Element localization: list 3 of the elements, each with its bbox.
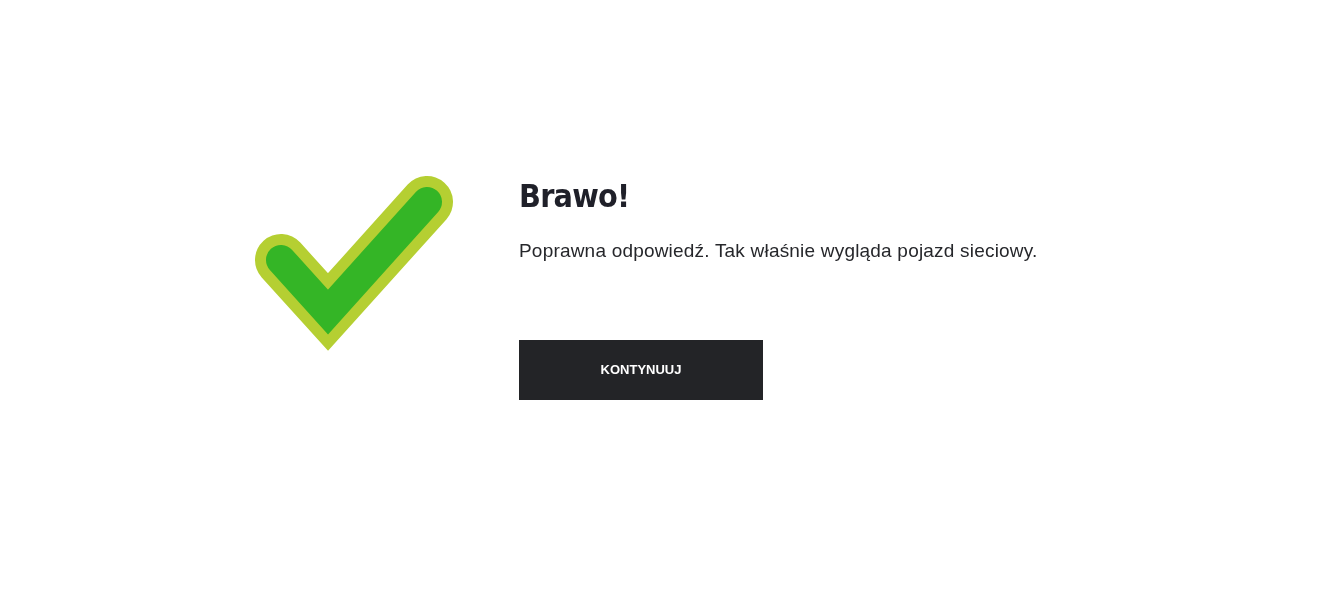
continue-button[interactable]: KONTYNUUJ — [519, 340, 763, 400]
message-text: Poprawna odpowiedź. Tak właśnie wygląda pojazd sieciowy. — [519, 239, 1038, 263]
heading: Brawo! — [519, 176, 631, 216]
